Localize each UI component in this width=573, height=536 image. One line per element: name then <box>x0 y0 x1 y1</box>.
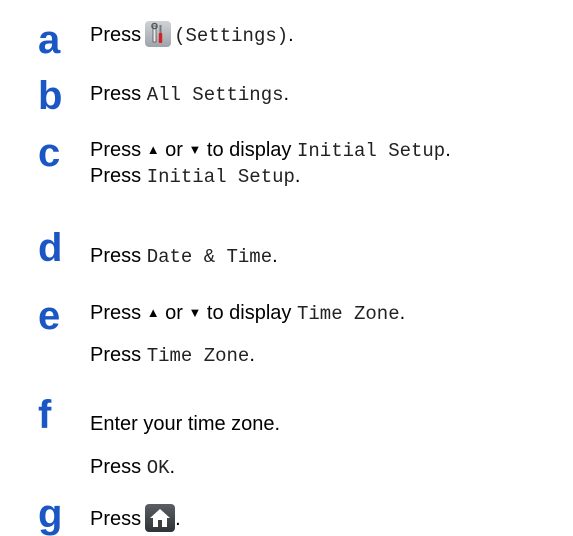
initial-setup-label: Initial Setup <box>146 166 295 188</box>
step-g-line-1: Press. <box>90 504 181 532</box>
step-d-line-1: Press Date & Time. <box>90 245 278 268</box>
down-arrow-icon: ▼ <box>188 142 202 157</box>
step-e-letter: e <box>38 294 61 338</box>
step-f-line-1: Enter your time zone. <box>90 413 281 435</box>
step-f-line-2: Press OK. <box>90 456 176 479</box>
step-c-line-2: Press Initial Setup. <box>90 165 301 188</box>
step-e-line-2: Press Time Zone. <box>90 344 255 367</box>
step-f-letter: f <box>38 393 52 437</box>
step-e-line-1: Press ▲ or ▼ to display Time Zone. <box>90 302 406 325</box>
up-arrow-icon: ▲ <box>146 305 160 320</box>
time-zone-label: Time Zone <box>296 303 400 325</box>
settings-label: (Settings) <box>174 25 289 47</box>
all-settings-label: All Settings <box>146 84 284 106</box>
down-arrow-icon: ▼ <box>188 305 202 320</box>
step-b-line-1: Press All Settings. <box>90 83 290 106</box>
step-text: Press <box>90 24 142 46</box>
up-arrow-icon: ▲ <box>146 142 160 157</box>
settings-icon <box>145 21 172 47</box>
step-d-letter: d <box>38 226 63 270</box>
initial-setup-label: Initial Setup <box>296 140 446 162</box>
time-zone-label: Time Zone <box>146 345 250 367</box>
step-b-letter: b <box>38 74 63 118</box>
date-time-label: Date & Time <box>146 246 273 268</box>
step-c-letter: c <box>38 131 61 175</box>
home-icon <box>145 504 176 532</box>
step-c-line-1: Press ▲ or ▼ to display Initial Setup. <box>90 139 451 162</box>
step-a-letter: a <box>38 18 61 62</box>
step-g-letter: g <box>38 492 63 536</box>
ok-label: OK <box>146 457 170 479</box>
step-a-line-1: Press (Settings). <box>90 21 294 49</box>
